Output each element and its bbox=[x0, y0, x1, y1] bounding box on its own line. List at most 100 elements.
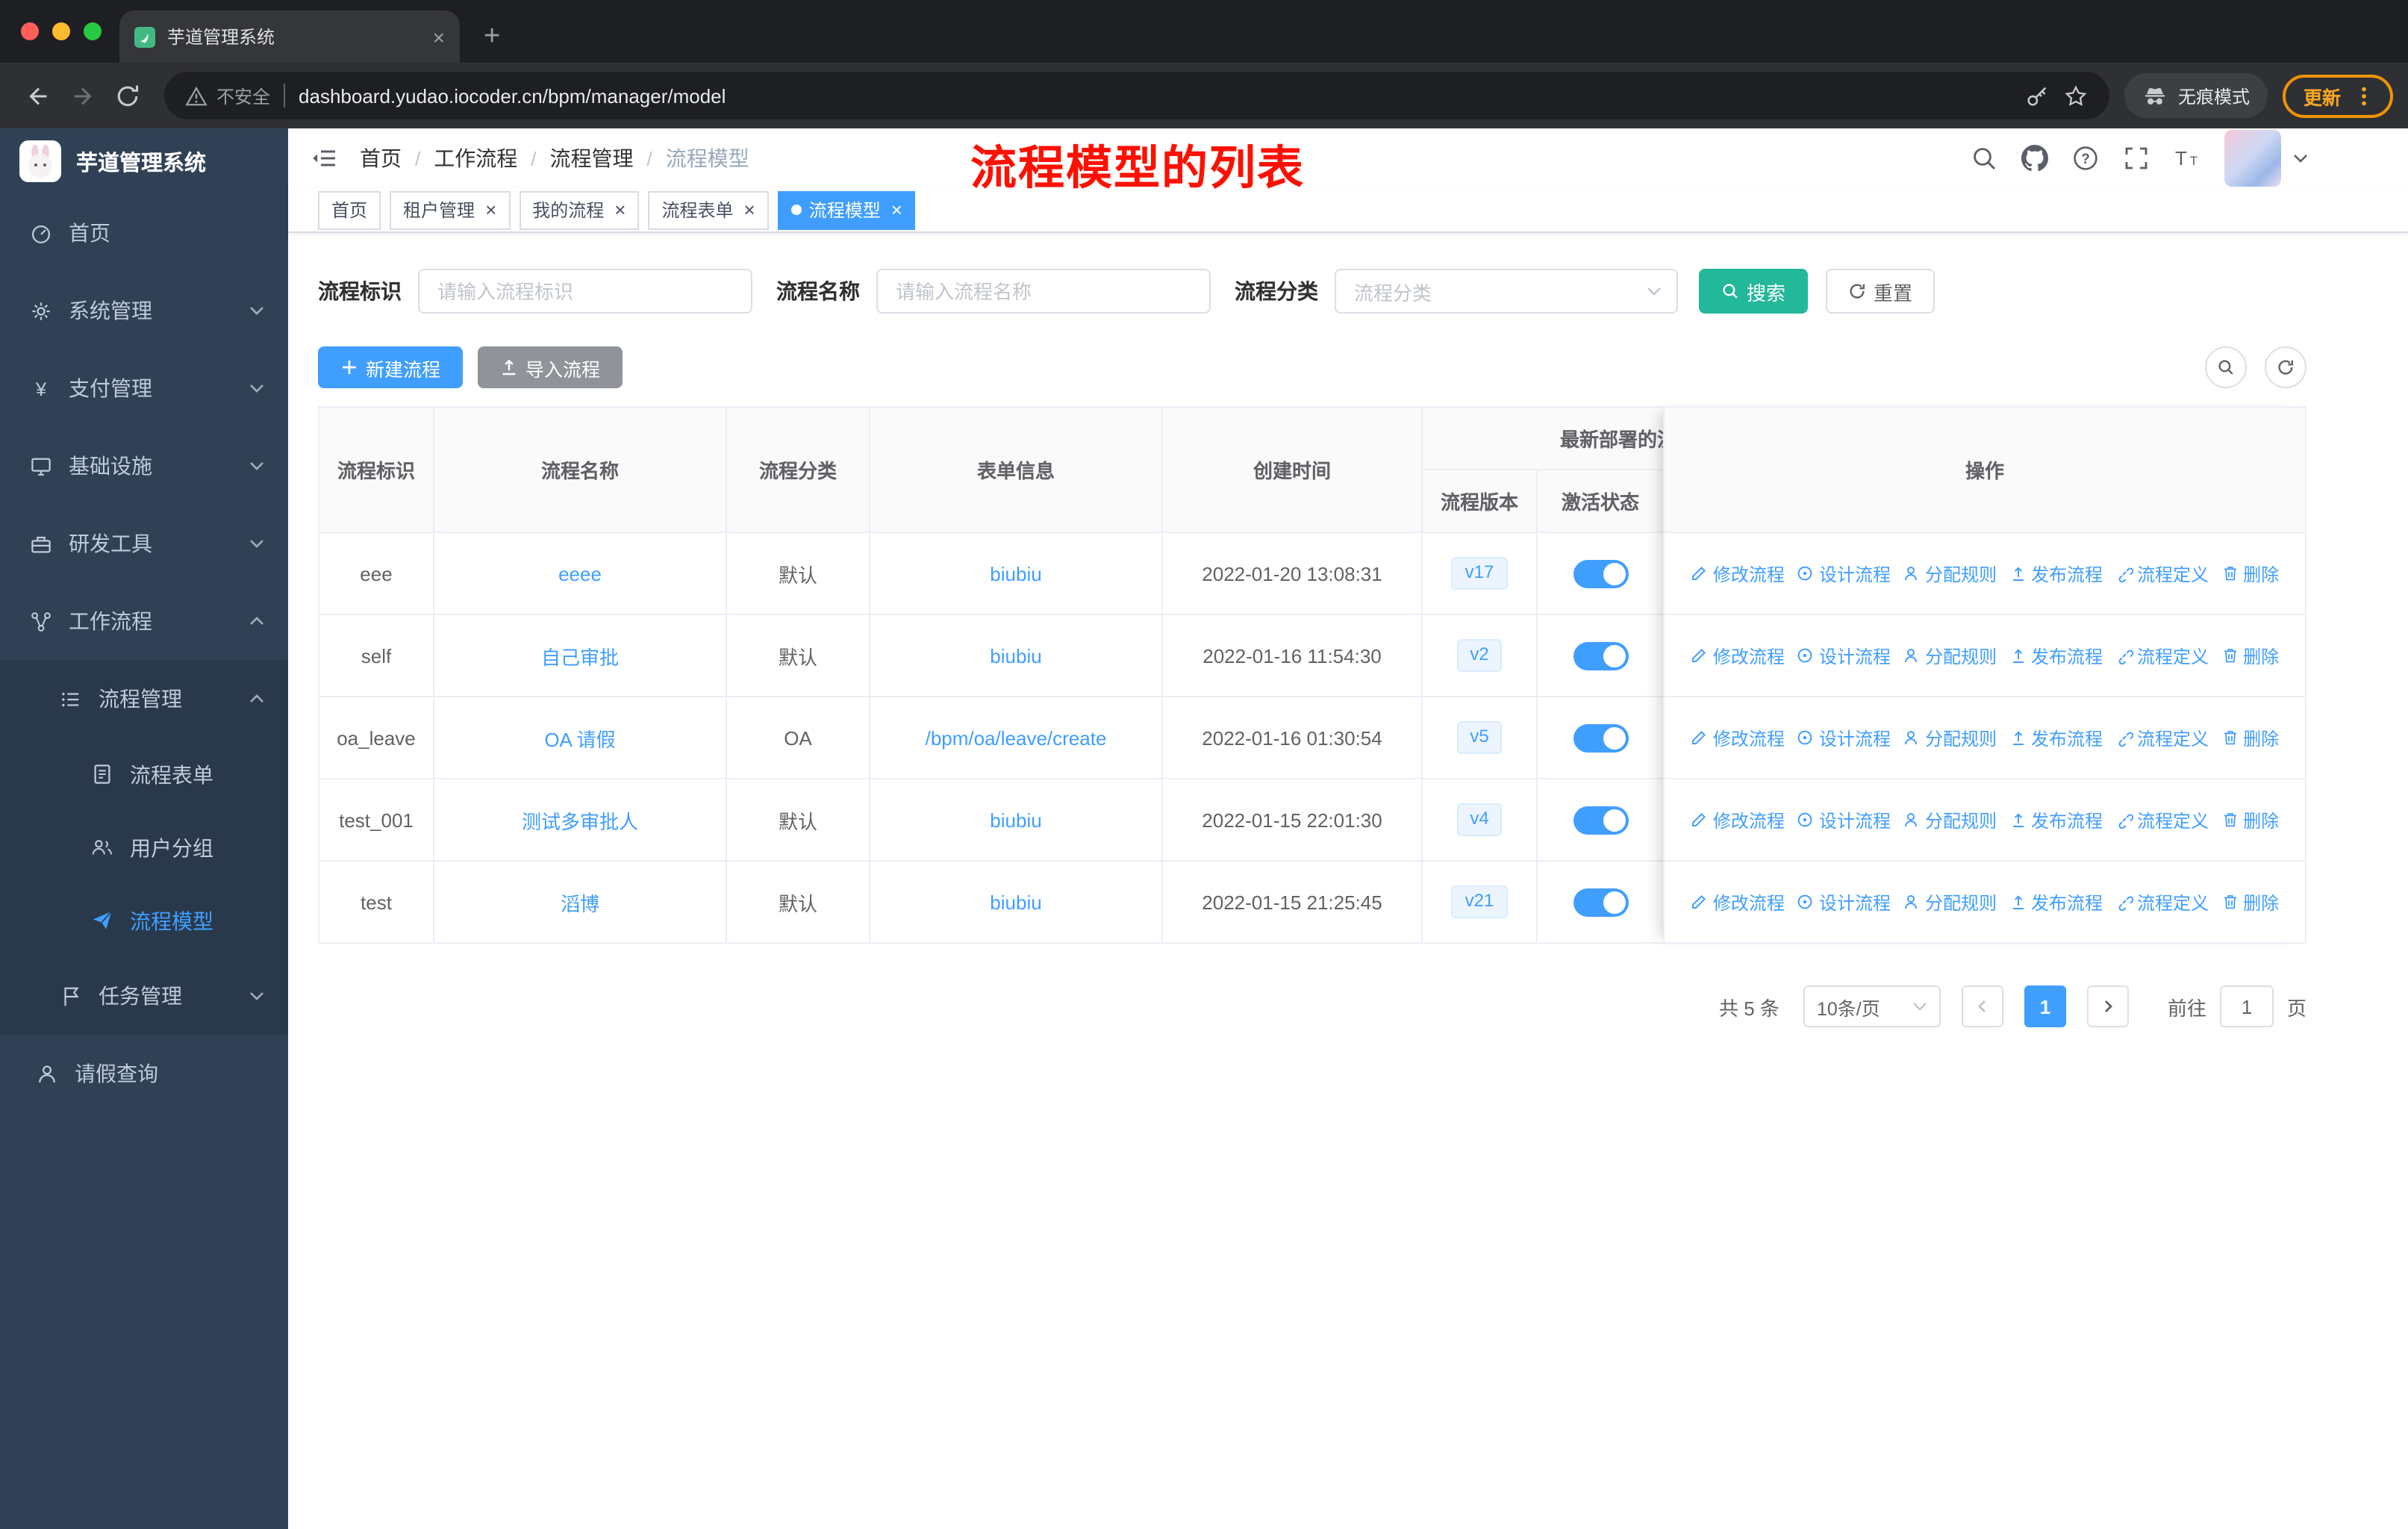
design-process-link[interactable]: 设计流程 bbox=[1797, 807, 1891, 832]
sidebar-item-infrastructure[interactable]: 基础设施 bbox=[0, 427, 288, 505]
page-number-1[interactable]: 1 bbox=[2024, 985, 2066, 1027]
reload-button[interactable] bbox=[105, 73, 149, 118]
edit-process-link[interactable]: 修改流程 bbox=[1691, 725, 1785, 750]
url-text[interactable]: dashboard.yudao.iocoder.cn/bpm/manager/m… bbox=[299, 84, 2011, 107]
search-icon[interactable] bbox=[1971, 145, 1997, 172]
sidebar-item-devtools[interactable]: 研发工具 bbox=[0, 505, 288, 582]
publish-process-link[interactable]: 发布流程 bbox=[2009, 725, 2103, 750]
assign-rule-link[interactable]: 分配规则 bbox=[1903, 807, 1997, 832]
sidebar-item-workflow[interactable]: 工作流程 bbox=[0, 582, 288, 660]
process-definition-link[interactable]: 流程定义 bbox=[2115, 725, 2209, 750]
cell-process-name-link[interactable]: 测试多审批人 bbox=[522, 806, 638, 834]
reset-button[interactable]: 重置 bbox=[1826, 269, 1936, 314]
sidebar-item-payment[interactable]: ¥ 支付管理 bbox=[0, 349, 288, 427]
cell-form-link[interactable]: biubiu bbox=[990, 891, 1041, 913]
maximize-window-button[interactable] bbox=[84, 22, 102, 40]
back-button[interactable] bbox=[15, 73, 60, 118]
breadcrumb-item-home[interactable]: 首页 bbox=[360, 143, 402, 173]
minimize-window-button[interactable] bbox=[52, 22, 70, 40]
cell-form-link[interactable]: biubiu bbox=[990, 562, 1041, 585]
sidebar-logo[interactable]: 芋道管理系统 bbox=[0, 128, 288, 194]
active-toggle[interactable] bbox=[1573, 806, 1628, 834]
toggle-search-button[interactable] bbox=[2205, 346, 2247, 388]
close-window-button[interactable] bbox=[21, 22, 39, 40]
active-toggle[interactable] bbox=[1573, 559, 1628, 588]
sidebar-item-process-form[interactable]: 流程表单 bbox=[0, 738, 288, 811]
password-key-icon[interactable] bbox=[2024, 83, 2050, 108]
edit-process-link[interactable]: 修改流程 bbox=[1691, 807, 1785, 832]
browser-tab[interactable]: 芋道管理系统 × bbox=[119, 10, 460, 63]
column-header-version[interactable]: 流程版本 bbox=[1423, 470, 1538, 533]
tab-close-icon[interactable]: × bbox=[433, 26, 445, 47]
edit-process-link[interactable]: 修改流程 bbox=[1691, 889, 1785, 915]
column-header-operations[interactable]: 操作 bbox=[1665, 408, 2305, 533]
delete-process-link[interactable]: 删除 bbox=[2221, 725, 2279, 750]
tag-close-icon[interactable]: × bbox=[614, 200, 626, 219]
process-id-input[interactable] bbox=[418, 269, 752, 314]
refresh-table-button[interactable] bbox=[2265, 346, 2306, 388]
breadcrumb-item-workflow[interactable]: 工作流程 bbox=[434, 143, 517, 173]
delete-process-link[interactable]: 删除 bbox=[2221, 889, 2279, 915]
prev-page-button[interactable] bbox=[1961, 985, 2003, 1027]
bookmark-star-icon[interactable] bbox=[2063, 83, 2089, 108]
active-toggle[interactable] bbox=[1573, 641, 1628, 670]
search-button[interactable]: 搜索 bbox=[1699, 269, 1809, 314]
column-header-form-info[interactable]: 表单信息 bbox=[870, 408, 1163, 533]
design-process-link[interactable]: 设计流程 bbox=[1797, 725, 1891, 750]
sidebar-item-task-management[interactable]: 任务管理 bbox=[0, 957, 288, 1035]
tag-my-process[interactable]: 我的流程 × bbox=[519, 190, 640, 229]
design-process-link[interactable]: 设计流程 bbox=[1797, 561, 1891, 586]
sidebar-item-home[interactable]: 首页 bbox=[0, 194, 288, 272]
cell-form-link[interactable]: biubiu bbox=[990, 809, 1041, 831]
process-definition-link[interactable]: 流程定义 bbox=[2115, 561, 2209, 586]
process-definition-link[interactable]: 流程定义 bbox=[2115, 643, 2209, 668]
delete-process-link[interactable]: 删除 bbox=[2221, 807, 2279, 832]
cell-process-name-link[interactable]: eeee bbox=[558, 562, 602, 585]
publish-process-link[interactable]: 发布流程 bbox=[2009, 807, 2103, 832]
breadcrumb-item-process-management[interactable]: 流程管理 bbox=[550, 143, 634, 173]
delete-process-link[interactable]: 删除 bbox=[2221, 561, 2279, 586]
assign-rule-link[interactable]: 分配规则 bbox=[1903, 889, 1997, 915]
tag-home[interactable]: 首页 bbox=[318, 190, 381, 229]
tag-process-form[interactable]: 流程表单 × bbox=[648, 190, 769, 229]
publish-process-link[interactable]: 发布流程 bbox=[2009, 643, 2103, 668]
sidebar-collapse-button[interactable] bbox=[311, 145, 337, 172]
assign-rule-link[interactable]: 分配规则 bbox=[1903, 561, 1997, 586]
column-header-category[interactable]: 流程分类 bbox=[727, 408, 870, 533]
sidebar-item-system[interactable]: 系统管理 bbox=[0, 272, 288, 349]
cell-form-link[interactable]: /bpm/oa/leave/create bbox=[926, 726, 1107, 749]
help-icon[interactable]: ? bbox=[2072, 145, 2099, 172]
delete-process-link[interactable]: 删除 bbox=[2221, 643, 2279, 668]
browser-update-button[interactable]: 更新 bbox=[2282, 74, 2393, 117]
edit-process-link[interactable]: 修改流程 bbox=[1691, 643, 1785, 668]
sidebar-item-leave-query[interactable]: 请假查询 bbox=[0, 1035, 288, 1112]
tag-process-model[interactable]: 流程模型 × bbox=[777, 190, 916, 229]
assign-rule-link[interactable]: 分配规则 bbox=[1903, 725, 1997, 750]
process-definition-link[interactable]: 流程定义 bbox=[2115, 889, 2209, 915]
cell-form-link[interactable]: biubiu bbox=[990, 644, 1041, 667]
browser-menu-icon[interactable] bbox=[2351, 83, 2377, 108]
design-process-link[interactable]: 设计流程 bbox=[1797, 643, 1891, 668]
process-definition-link[interactable]: 流程定义 bbox=[2115, 807, 2209, 832]
publish-process-link[interactable]: 发布流程 bbox=[2009, 561, 2103, 586]
publish-process-link[interactable]: 发布流程 bbox=[2009, 889, 2103, 915]
cell-process-name-link[interactable]: 自己审批 bbox=[541, 641, 619, 670]
security-indicator[interactable]: 不安全 bbox=[185, 83, 270, 108]
tag-tenant[interactable]: 租户管理 × bbox=[390, 190, 511, 229]
sidebar-item-user-group[interactable]: 用户分组 bbox=[0, 811, 288, 884]
font-size-icon[interactable]: TT bbox=[2174, 145, 2200, 172]
goto-page-input[interactable] bbox=[2219, 985, 2274, 1027]
active-toggle[interactable] bbox=[1573, 888, 1628, 916]
edit-process-link[interactable]: 修改流程 bbox=[1691, 561, 1785, 586]
cell-process-name-link[interactable]: 滔博 bbox=[561, 888, 599, 916]
page-size-select[interactable]: 10条/页 bbox=[1803, 985, 1941, 1027]
cell-process-name-link[interactable]: OA 请假 bbox=[544, 723, 615, 752]
assign-rule-link[interactable]: 分配规则 bbox=[1903, 643, 1997, 668]
fullscreen-icon[interactable] bbox=[2123, 145, 2150, 172]
tag-close-icon[interactable]: × bbox=[485, 200, 496, 219]
next-page-button[interactable] bbox=[2086, 985, 2129, 1027]
column-header-active-status[interactable]: 激活状态 bbox=[1538, 470, 1665, 533]
category-select[interactable]: 流程分类 bbox=[1335, 269, 1678, 314]
column-header-process-id[interactable]: 流程标识 bbox=[319, 408, 434, 533]
design-process-link[interactable]: 设计流程 bbox=[1797, 889, 1891, 915]
